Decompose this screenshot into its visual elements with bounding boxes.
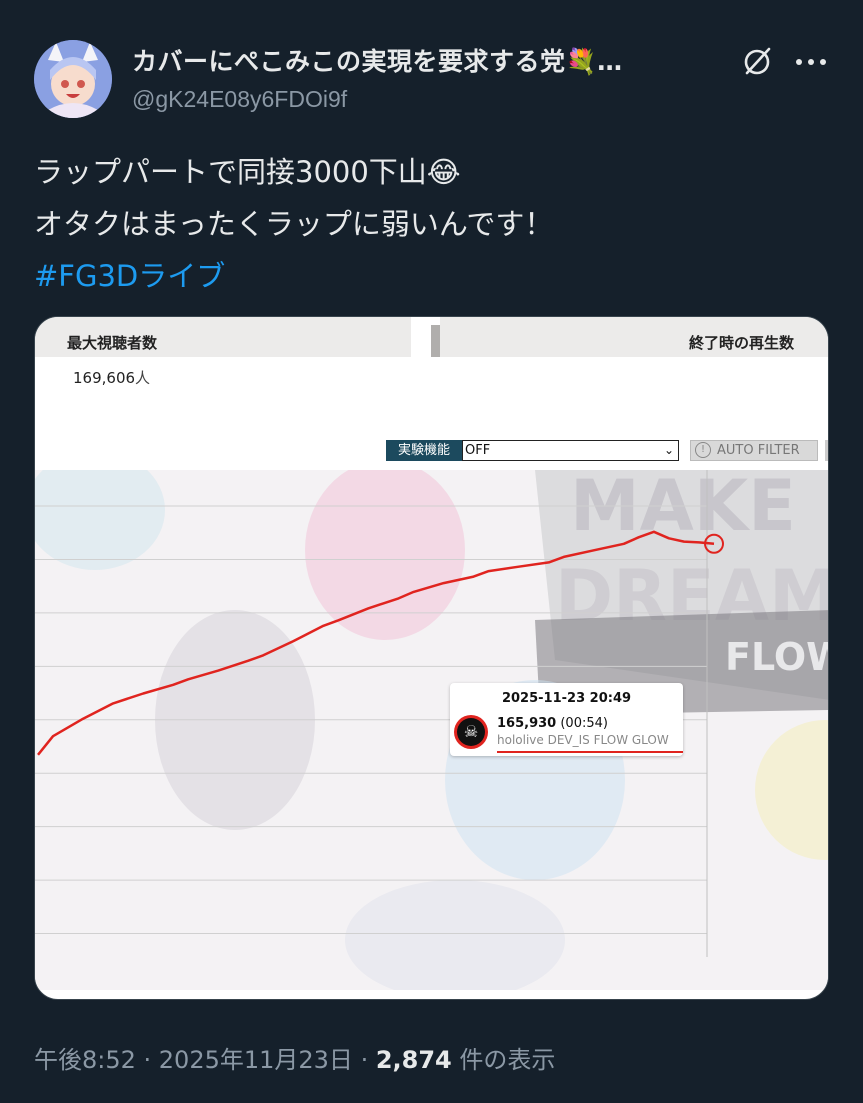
viewer-chart: MAKE DREAM FLOW 2025-11-23 20:49 ☠ 165,9… xyxy=(35,470,829,990)
display-name[interactable]: カバーにぺこみこの実現を要求する党💐… xyxy=(132,42,623,78)
user-handle[interactable]: @gK24E08y6FDOi9f xyxy=(132,86,347,113)
tooltip-underline xyxy=(497,751,683,753)
meta-separator: · xyxy=(352,1046,376,1074)
card-header-left: 最大視聴者数 xyxy=(35,317,411,357)
stream-avatar-glyph: ☠ xyxy=(457,718,485,746)
tweet-timestamp[interactable]: 午後8:52 · 2025年11月23日 xyxy=(34,1046,353,1074)
chart-tooltip: 2025-11-23 20:49 ☠ 165,930 (00:54) holol… xyxy=(450,683,683,756)
grok-slash-icon[interactable] xyxy=(741,45,773,77)
experimental-select-value: OFF xyxy=(465,443,491,458)
more-dots-icon[interactable] xyxy=(795,58,827,66)
card-header-right: 終了時の再生数 xyxy=(440,317,828,357)
tweet-text-line-1: ラップパートで同接3000下山😂 xyxy=(34,155,461,189)
toolbar-edge xyxy=(825,440,828,461)
info-icon: ! xyxy=(695,442,711,458)
tweet-text: ラップパートで同接3000下山😂 オタクはまったくラップに弱いんです！ #FG3… xyxy=(34,146,834,302)
chart-svg: MAKE DREAM FLOW xyxy=(35,470,829,990)
auto-filter-label: AUTO FILTER xyxy=(717,443,800,458)
max-viewers-label: 最大視聴者数 xyxy=(67,334,158,352)
experimental-label: 実験機能 xyxy=(386,440,462,461)
max-viewers-unit: 人 xyxy=(135,369,151,387)
auto-filter-button[interactable]: ! AUTO FILTER xyxy=(690,440,818,461)
stream-avatar-icon: ☠ xyxy=(454,715,488,749)
svg-text:FLOW: FLOW xyxy=(725,635,829,679)
tooltip-duration: (00:54) xyxy=(560,716,608,731)
tooltip-value: 165,930 (00:54) xyxy=(497,716,608,731)
experimental-select[interactable]: OFF ⌄ xyxy=(462,440,679,461)
header-divider xyxy=(431,325,440,357)
end-playcount-label: 終了時の再生数 xyxy=(688,334,794,352)
user-avatar-icon[interactable] xyxy=(34,40,112,118)
tooltip-stream-name: hololive DEV_IS FLOW GLOW xyxy=(497,733,669,747)
max-viewers-value: 169,606人 xyxy=(73,367,150,388)
attached-image[interactable]: 最大視聴者数 終了時の再生数 169,606人 実験機能 OFF ⌄ ! AUTO… xyxy=(34,316,829,1000)
svg-text:MAKE: MAKE xyxy=(570,470,796,547)
tooltip-viewers: 165,930 xyxy=(497,716,557,731)
chevron-down-icon: ⌄ xyxy=(663,443,674,457)
views-label: 件の表示 xyxy=(451,1046,556,1074)
views-count: 2,874 xyxy=(375,1046,452,1074)
tooltip-time: 2025-11-23 20:49 xyxy=(501,691,632,706)
max-viewers-number: 169,606 xyxy=(73,369,136,387)
tweet-meta: 午後8:52 · 2025年11月23日 · 2,874 件の表示 xyxy=(34,1040,555,1075)
hashtag-link[interactable]: #FG3Dライブ xyxy=(34,250,834,302)
tweet-text-line-2: オタクはまったくラップに弱いんです！ xyxy=(34,207,554,241)
